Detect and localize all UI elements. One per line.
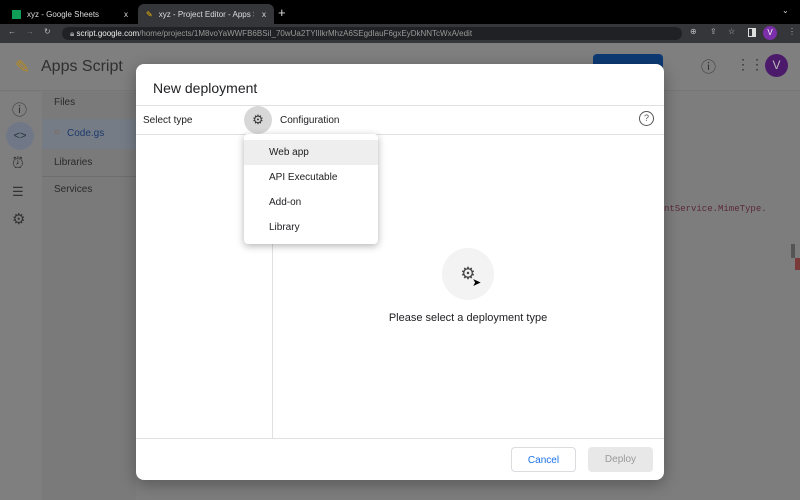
files-heading: Files [54, 97, 76, 108]
apps-script-logo-icon: ✎ [15, 57, 31, 77]
files-panel: Files ○ Code.gs Libraries Services [42, 92, 136, 500]
back-icon[interactable]: ← [8, 27, 16, 36]
star-icon[interactable]: ☆ [728, 27, 735, 36]
side-panel-icon[interactable] [748, 28, 756, 37]
new-deployment-dialog: New deployment Select type ⚙ Configurati… [136, 64, 664, 480]
libraries-heading[interactable]: Libraries [54, 157, 92, 168]
new-tab-button[interactable]: + [278, 5, 286, 20]
browser-tab-bar: xyz - Google Sheets x ✎ xyz - Project Ed… [0, 0, 800, 24]
settings-icon[interactable]: ⚙ [12, 210, 25, 228]
gear-icon: ⚙ [442, 248, 494, 300]
zoom-icon[interactable]: ⊕ [690, 27, 697, 36]
deployment-type-gear-button[interactable]: ⚙ [244, 106, 272, 134]
editor-icon[interactable]: <> [6, 122, 34, 150]
executions-icon[interactable]: ☰ [12, 184, 24, 200]
menu-item-library[interactable]: Library [244, 215, 378, 240]
url-host: script.google.com [76, 29, 140, 38]
overview-icon[interactable]: ⓘ [12, 99, 27, 120]
profile-avatar[interactable]: V [763, 26, 777, 40]
tab-apps-script[interactable]: ✎ xyz - Project Editor - Apps Scri x [138, 4, 274, 24]
url-input[interactable]: 🔒︎ script.google.com/home/projects/1M8vo… [62, 27, 682, 40]
divider [136, 134, 664, 135]
address-bar-row: ← → ↻ 🔒︎ script.google.com/home/projects… [0, 24, 800, 43]
file-name: Code.gs [67, 128, 105, 139]
tab-title: xyz - Project Editor - Apps Scri [158, 9, 254, 19]
divider [136, 105, 664, 106]
account-avatar[interactable]: V [765, 54, 788, 77]
close-tab-button[interactable]: x [262, 10, 266, 19]
select-type-label: Select type [143, 115, 193, 126]
close-tab-button[interactable]: x [124, 10, 128, 19]
file-icon: ○ [54, 127, 61, 138]
share-icon[interactable]: ⇪ [710, 27, 717, 36]
menu-item-web-app[interactable]: Web app [244, 140, 378, 165]
mouse-cursor-icon: ➤ [472, 277, 482, 289]
menu-item-api-executable[interactable]: API Executable [244, 165, 378, 190]
services-heading[interactable]: Services [54, 184, 92, 195]
help-icon[interactable]: ? [639, 111, 654, 126]
file-item-code-gs[interactable]: ○ Code.gs [42, 119, 136, 149]
deploy-button[interactable]: Deploy [588, 447, 653, 472]
cancel-button[interactable]: Cancel [511, 447, 576, 472]
apps-grid-icon[interactable]: ⋮⋮ [736, 56, 764, 73]
empty-state-text: Please select a deployment type [388, 312, 548, 324]
triggers-icon[interactable]: ⏰︎ [12, 155, 24, 172]
divider [136, 438, 664, 439]
code-snippet: ntService.MimeType. [664, 204, 767, 214]
error-marker [795, 258, 800, 270]
menu-icon[interactable]: ⋮ [788, 27, 796, 36]
left-rail: ⓘ <> ⏰︎ ☰ ⚙ [0, 92, 42, 500]
configuration-label: Configuration [280, 115, 340, 126]
url-path: /home/projects/1M8voYaWWFB6BSiI_70wUa2TY… [139, 29, 473, 38]
tab-title: xyz - Google Sheets [27, 9, 100, 19]
reload-icon[interactable]: ↻ [44, 27, 51, 36]
scrollbar[interactable] [791, 244, 795, 258]
chevron-down-icon[interactable]: ⌄ [782, 6, 789, 15]
divider [42, 176, 136, 177]
menu-item-add-on[interactable]: Add-on [244, 190, 378, 215]
sheets-icon [12, 9, 21, 19]
help-icon[interactable]: ⓘ [701, 56, 716, 77]
forward-icon[interactable]: → [26, 27, 34, 36]
deployment-type-menu: Web app API Executable Add-on Library [244, 134, 378, 244]
app-name: Apps Script [41, 58, 123, 75]
apps-script-icon: ✎ [146, 9, 153, 19]
tab-google-sheets[interactable]: xyz - Google Sheets x [4, 4, 136, 24]
dialog-title: New deployment [153, 80, 258, 96]
